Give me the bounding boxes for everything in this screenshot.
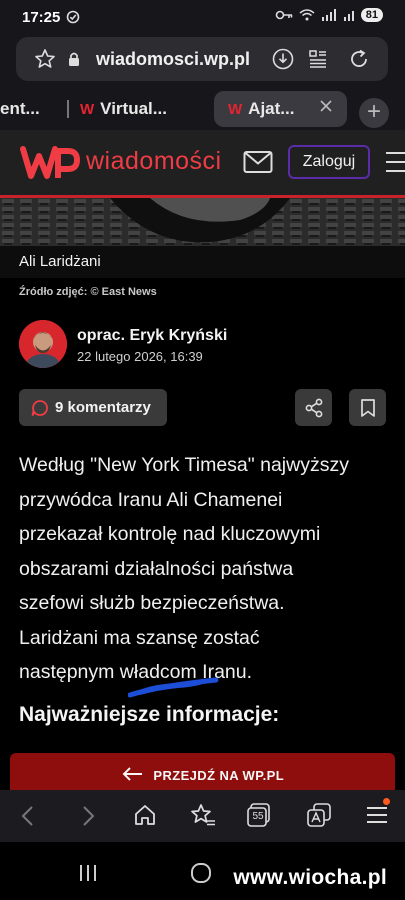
bookmark-star-icon[interactable] bbox=[34, 48, 56, 70]
share-button[interactable] bbox=[295, 389, 332, 426]
body-line: Według "New York Timesa" najwyższy bbox=[19, 454, 349, 476]
reader-mode-icon[interactable] bbox=[308, 49, 328, 69]
tab-3-active[interactable]: W Ajat... bbox=[214, 91, 347, 127]
body-line: przekazał kontrolę nad kluczowymi bbox=[19, 523, 321, 545]
wp-logo-icon[interactable] bbox=[20, 146, 80, 180]
bookmarks-icon[interactable] bbox=[190, 803, 216, 827]
check-circle-icon bbox=[66, 10, 80, 24]
author-avatar[interactable] bbox=[19, 320, 67, 368]
watermark: www.wiocha.pl bbox=[233, 866, 387, 889]
status-bar: 17:25 81 bbox=[0, 0, 405, 36]
author-name[interactable]: oprac. Eryk Kryński bbox=[77, 327, 227, 345]
signal-icon bbox=[321, 9, 337, 21]
publish-date: 22 lutego 2026, 16:39 bbox=[77, 349, 203, 364]
menu-icon[interactable] bbox=[365, 805, 389, 825]
photo-source: Źródło zdjęć: © East News bbox=[19, 286, 157, 298]
image-caption-bar: Ali Laridżani bbox=[0, 246, 405, 278]
comments-button[interactable]: 9 komentarzy bbox=[19, 389, 167, 426]
address-bar[interactable]: wiadomosci.wp.pl bbox=[16, 37, 388, 81]
login-button[interactable]: Zaloguj bbox=[288, 145, 370, 179]
save-button[interactable] bbox=[349, 389, 386, 426]
browser-toolbar: wiadomosci.wp.pl bbox=[0, 36, 405, 86]
go-to-wp-button[interactable]: PRZEJDŹ NA WP.PL bbox=[10, 753, 395, 790]
article-body: Według "New York Timesa" najwyższy przyw… bbox=[19, 448, 391, 690]
tab-label: Virtual... bbox=[100, 99, 167, 118]
tab-1[interactable]: ent... bbox=[0, 91, 60, 127]
blue-scribble-mark bbox=[128, 674, 220, 700]
tab-label: ent... bbox=[0, 99, 40, 118]
add-tab-button[interactable]: + bbox=[359, 98, 389, 128]
mail-icon[interactable] bbox=[243, 150, 273, 174]
tab-2[interactable]: W Virtual... bbox=[80, 91, 200, 127]
home-icon[interactable] bbox=[133, 803, 157, 827]
tab-count: 55 bbox=[252, 811, 264, 822]
tab-strip: ent... W Virtual... W Ajat... + bbox=[0, 86, 405, 130]
body-line: szefowi służb bezpieczeństwa. bbox=[19, 592, 285, 614]
tabs-counter-icon[interactable]: 55 bbox=[246, 802, 272, 828]
url-text[interactable]: wiadomosci.wp.pl bbox=[96, 49, 250, 70]
site-logo-text[interactable]: wiadomości bbox=[86, 147, 222, 176]
key-icon bbox=[275, 9, 293, 21]
arrow-left-icon bbox=[121, 766, 143, 782]
recent-apps-icon[interactable] bbox=[78, 864, 98, 882]
battery-indicator: 81 bbox=[360, 8, 383, 22]
status-time: 17:25 bbox=[22, 9, 61, 26]
site-header: wiadomości Zaloguj bbox=[0, 130, 405, 198]
body-line: Laridżani ma szansę zostać bbox=[19, 626, 260, 649]
comment-bubble-icon bbox=[31, 399, 49, 417]
tab-label: Ajat... bbox=[248, 99, 295, 118]
forward-icon[interactable] bbox=[78, 804, 98, 828]
notification-dot bbox=[383, 798, 390, 805]
bookmark-icon bbox=[360, 398, 376, 418]
back-icon[interactable] bbox=[18, 804, 38, 828]
image-caption: Ali Laridżani bbox=[19, 253, 101, 270]
wp-favicon-icon: W bbox=[228, 100, 243, 118]
lock-icon[interactable] bbox=[68, 51, 80, 67]
home-button-icon[interactable] bbox=[190, 862, 212, 884]
hamburger-menu-icon[interactable] bbox=[386, 152, 405, 179]
signal-icon-2 bbox=[343, 9, 355, 21]
browser-bottom-nav: 55 bbox=[0, 790, 405, 842]
close-tab-icon[interactable] bbox=[319, 99, 333, 113]
wifi-icon bbox=[299, 9, 315, 21]
comments-count: 9 komentarzy bbox=[55, 399, 151, 416]
wp-favicon-icon: W bbox=[80, 100, 95, 118]
body-line: przywódca Iranu Ali Chamenei bbox=[19, 488, 283, 511]
status-icons: 81 bbox=[275, 8, 383, 22]
cta-label: PRZEJDŹ NA WP.PL bbox=[153, 768, 285, 783]
section-heading: Najważniejsze informacje: bbox=[19, 703, 280, 726]
tab-divider bbox=[67, 100, 69, 118]
body-line: obszarami działalności państwa bbox=[19, 557, 294, 580]
share-icon bbox=[304, 398, 324, 418]
refresh-icon[interactable] bbox=[348, 48, 370, 70]
hero-image bbox=[0, 198, 405, 246]
download-icon[interactable] bbox=[272, 48, 294, 70]
translate-icon[interactable] bbox=[306, 802, 332, 828]
